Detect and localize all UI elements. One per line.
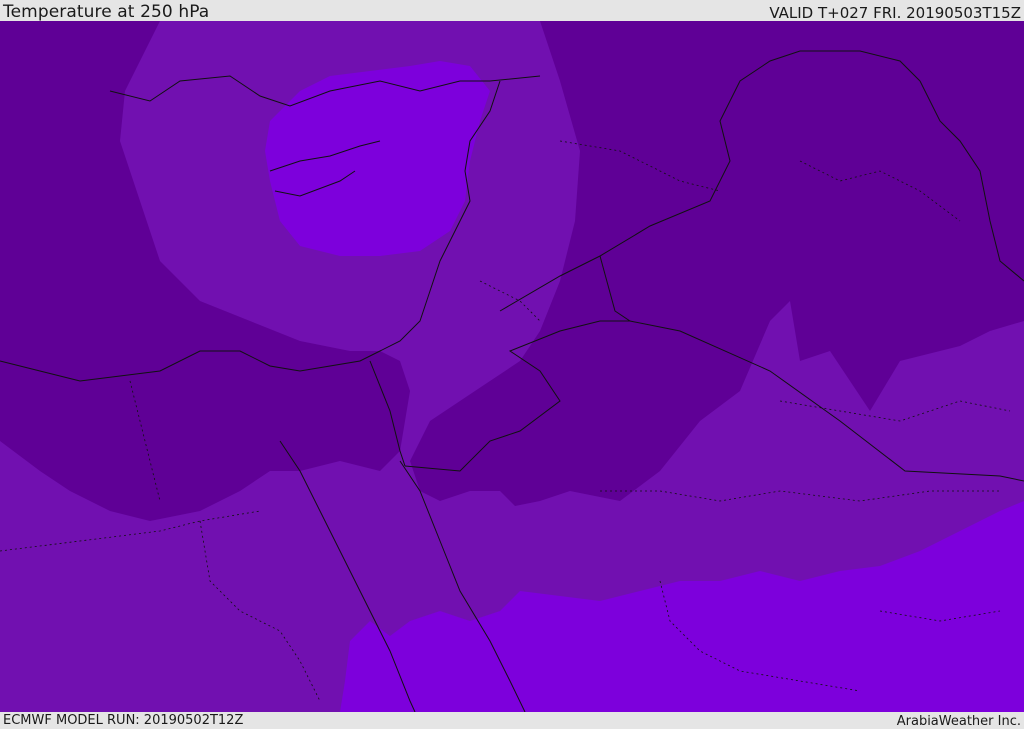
header-bar: Temperature at 250 hPa VALID T+027 FRI. … [0,0,1024,22]
credit-label: ArabiaWeather Inc. [896,714,1021,729]
map-title: Temperature at 250 hPa [3,2,210,22]
model-run-label: ECMWF MODEL RUN: 20190502T12Z [3,713,244,728]
temperature-map-svg [0,21,1024,712]
footer-bar: ECMWF MODEL RUN: 20190502T12Z ArabiaWeat… [0,712,1024,729]
valid-time-label: VALID T+027 FRI. 20190503T15Z [769,4,1021,22]
weather-map [0,21,1024,712]
